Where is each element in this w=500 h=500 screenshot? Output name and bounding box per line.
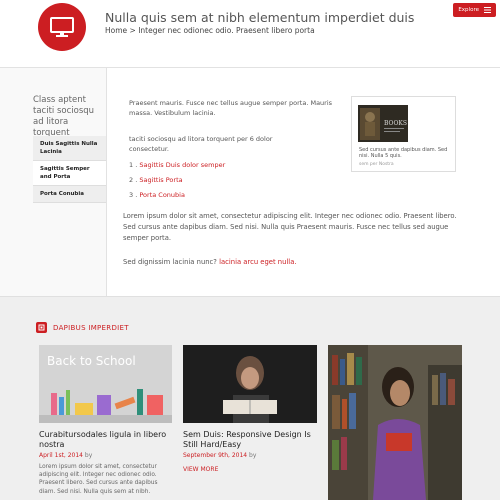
intro-paragraph: Praesent mauris. Fusce nec tellus augue … — [129, 99, 333, 117]
list-link[interactable]: Sagittis Duis dolor semper — [139, 161, 225, 169]
bookmark-icon — [36, 322, 47, 333]
list-item: 3 . Porta Conubia — [129, 190, 225, 200]
card-image-back-to-school[interactable]: Back to School — [39, 345, 172, 423]
closing-text: Sed dignissim lacinia nunc? — [123, 258, 220, 266]
reading-woman-art — [183, 345, 317, 423]
book-cover-image[interactable]: BOOKS — [358, 105, 408, 142]
sidebar-item-duis-sagittis[interactable]: Duis Sagittis Nulla Lacinia — [33, 136, 106, 161]
link-list: 1 . Sagittis Duis dolor semper 2 . Sagit… — [129, 160, 225, 205]
sidebar-item-sagittis-semper[interactable]: Sagittis Semper and Porta — [33, 161, 106, 186]
site-title: Nulla quis sem at nibh elementum imperdi… — [105, 10, 415, 25]
card-author: by — [83, 452, 93, 459]
card-image-text: Back to School — [47, 354, 136, 368]
back-to-school-art: Back to School — [39, 345, 172, 423]
section-title: DAPIBUS IMPERDIET — [53, 323, 129, 332]
card-excerpt: Lorem ipsum dolor sit amet, consectetur … — [39, 464, 158, 495]
monitor-icon — [50, 17, 74, 37]
card-title[interactable]: Sem Duis: Responsive Design Is Still Har… — [183, 430, 316, 450]
card-date: September 9th, 2014 by — [183, 452, 256, 459]
list-item: 1 . Sagittis Duis dolor semper — [129, 160, 225, 170]
explore-label: Explore — [458, 7, 479, 13]
card-title[interactable]: Curabitursodales ligula in libero nostra — [39, 430, 172, 450]
card-image-reading[interactable] — [183, 345, 317, 423]
list-item: 2 . Sagittis Porta — [129, 175, 225, 185]
list-link[interactable]: Sagittis Porta — [139, 176, 182, 184]
card-date: April 1st, 2014 by — [39, 452, 92, 459]
explore-button[interactable]: Explore — [453, 3, 496, 17]
menu-icon — [483, 7, 491, 13]
card-author: by — [247, 452, 257, 459]
sidebar-item-porta-conubia[interactable]: Porta Conubia — [33, 186, 106, 203]
widget-caption: Sed cursus ante dapibus diam. Sed nisi. … — [359, 147, 448, 159]
card-date-value: April 1st, 2014 — [39, 452, 84, 459]
site-header: Nulla quis sem at nibh elementum imperdi… — [0, 0, 500, 68]
list-number: 2 . — [129, 176, 140, 184]
breadcrumb[interactable]: Home > Integer nec odionec odio. Praesen… — [105, 26, 315, 35]
section-header: DAPIBUS IMPERDIET — [36, 322, 129, 333]
list-link[interactable]: Porta Conubia — [139, 191, 185, 199]
card-image-library[interactable] — [328, 345, 462, 500]
widget-credit: sem per Nostra — [359, 162, 394, 167]
book-cover-art: BOOKS — [358, 105, 408, 142]
body-paragraph: Lorem ipsum dolor sit amet, consectetur … — [123, 212, 457, 242]
second-paragraph: taciti sociosqu ad litora torquent per 6… — [129, 135, 273, 153]
sidebar-heading: Class aptent taciti sociosqu ad litora t… — [33, 95, 95, 138]
card-date-value: September 9th, 2014 — [183, 452, 248, 459]
book-cover-text: BOOKS — [384, 120, 407, 127]
logo[interactable] — [38, 3, 86, 51]
closing-paragraph: Sed dignissim lacinia nunc? lacinia arcu… — [123, 257, 458, 268]
sidebar-menu: Duis Sagittis Nulla Lacinia Sagittis Sem… — [33, 136, 106, 203]
list-number: 3 . — [129, 191, 140, 199]
list-number: 1 . — [129, 161, 140, 169]
closing-link[interactable]: lacinia arcu eget nulla. — [219, 258, 296, 266]
sidebar-widget: BOOKS Sed cursus ante dapibus diam. Sed … — [351, 96, 456, 172]
library-student-art — [328, 345, 462, 500]
view-more-link[interactable]: VIEW MORE — [183, 466, 218, 473]
